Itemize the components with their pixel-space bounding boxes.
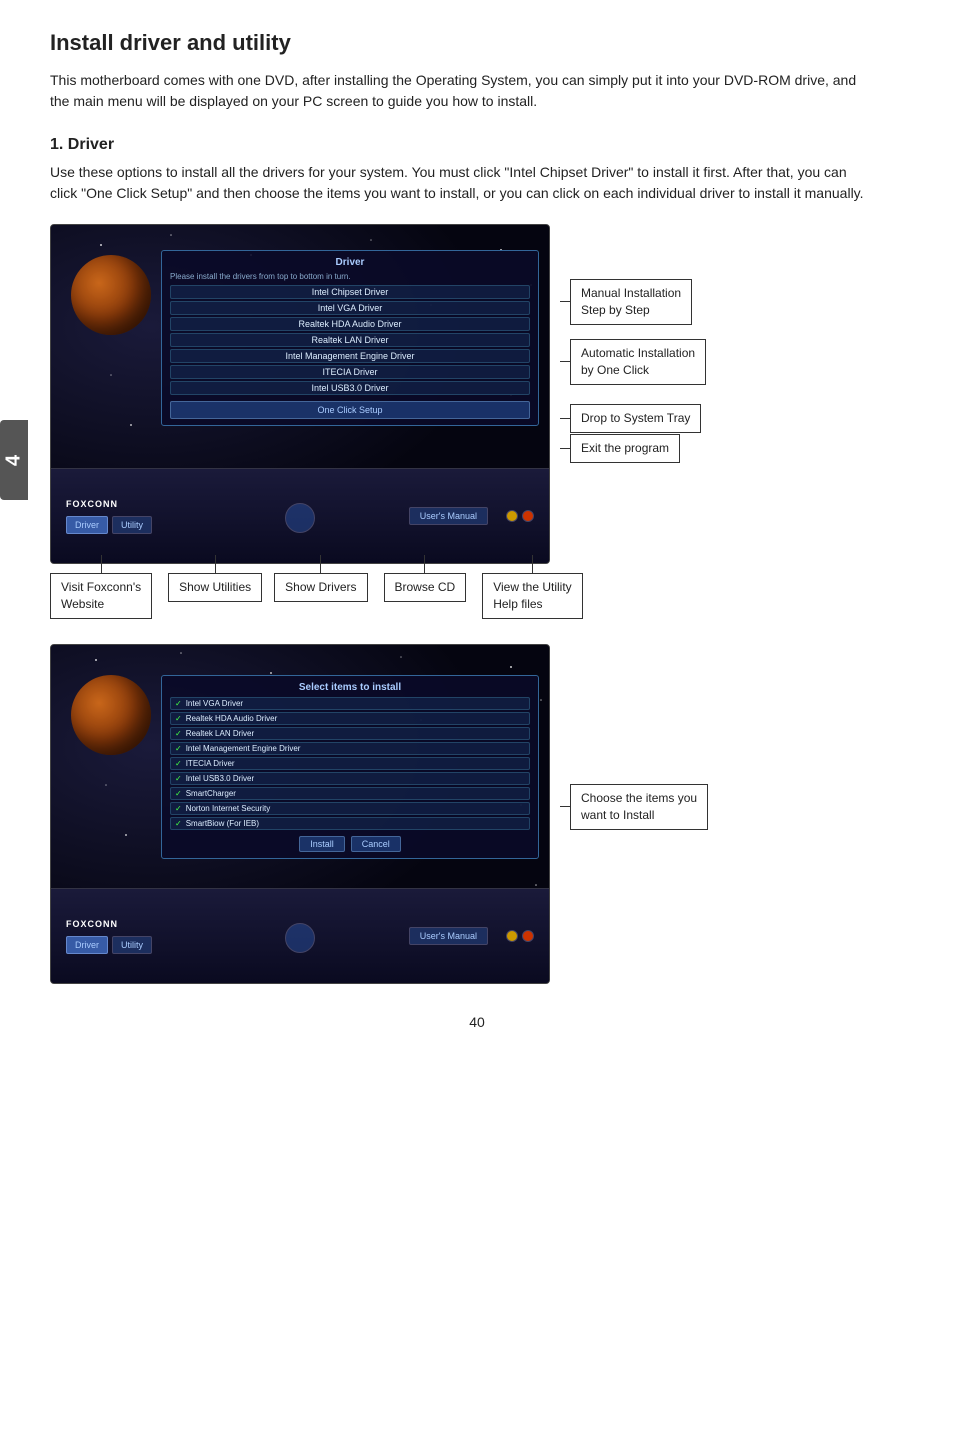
label-browse-cd: Browse CD <box>384 555 467 602</box>
section-heading: 1. Driver <box>50 136 904 154</box>
cancel-button[interactable]: Cancel <box>351 836 401 852</box>
screenshot2-wrapper: Select items to install ✓Intel VGA Drive… <box>50 644 910 984</box>
browse-cd-label: Browse CD <box>384 573 467 602</box>
driver-item-1[interactable]: Intel Chipset Driver <box>170 285 530 299</box>
bottom-nav-bar-2: FOXCONN Driver Utility User's Manual <box>51 888 549 983</box>
driver-instruction: Please install the drivers from top to b… <box>170 272 530 281</box>
space-background: Driver Please install the drivers from t… <box>51 225 549 563</box>
utility-nav-btn[interactable]: Utility <box>112 516 152 534</box>
auto-callout-line <box>560 361 570 362</box>
foxconn-logo-2: FOXCONN <box>66 919 152 929</box>
select-item-1[interactable]: ✓Intel VGA Driver <box>170 697 530 710</box>
show-utilities-label: Show Utilities <box>168 573 262 602</box>
label-view-utility: View the UtilityHelp files <box>482 555 582 619</box>
page-title: Install driver and utility <box>50 30 904 56</box>
select-panel-title: Select items to install <box>170 682 530 693</box>
bottom-labels-container: Visit Foxconn'sWebsite Show Utilities Sh… <box>50 555 583 619</box>
page-number: 40 <box>50 1014 904 1030</box>
tray-callout-container: Drop to System Tray <box>560 404 701 433</box>
chapter-tab: 4 <box>0 420 28 500</box>
select-item-5[interactable]: ✓ITECIA Driver <box>170 757 530 770</box>
driver-item-3[interactable]: Realtek HDA Audio Driver <box>170 317 530 331</box>
planet-decoration-2 <box>71 675 151 755</box>
exit-callout-line <box>560 448 570 449</box>
users-manual-btn-2[interactable]: User's Manual <box>409 927 488 945</box>
driver-nav-btn-2[interactable]: Driver <box>66 936 108 954</box>
screenshot1: Driver Please install the drivers from t… <box>50 224 550 564</box>
intro-text: This motherboard comes with one DVD, aft… <box>50 70 870 112</box>
manual-callout-container: Manual InstallationStep by Step <box>560 279 692 325</box>
screenshot2: Select items to install ✓Intel VGA Drive… <box>50 644 550 984</box>
space-background-2: Select items to install ✓Intel VGA Drive… <box>51 645 549 983</box>
planet-decoration <box>71 255 151 335</box>
choose-items-callout-container: Choose the items youwant to Install <box>560 784 708 830</box>
label-visit-foxconn: Visit Foxconn'sWebsite <box>50 555 152 619</box>
driver-item-4[interactable]: Realtek LAN Driver <box>170 333 530 347</box>
show-drivers-label: Show Drivers <box>274 573 367 602</box>
foxconn-logo-1: FOXCONN <box>66 499 152 509</box>
window-controls-1 <box>506 510 534 522</box>
exit-callout: Exit the program <box>570 434 680 463</box>
select-item-3[interactable]: ✓Realtek LAN Driver <box>170 727 530 740</box>
select-items-panel: Select items to install ✓Intel VGA Drive… <box>161 675 539 859</box>
minimize-btn-1[interactable] <box>506 510 518 522</box>
driver-item-5[interactable]: Intel Management Engine Driver <box>170 349 530 363</box>
exit-callout-container: Exit the program <box>560 434 680 463</box>
install-button[interactable]: Install <box>299 836 345 852</box>
close-btn-1[interactable] <box>522 510 534 522</box>
minimize-btn-2[interactable] <box>506 930 518 942</box>
select-item-8[interactable]: ✓Norton Internet Security <box>170 802 530 815</box>
label-show-drivers: Show Drivers <box>274 555 367 602</box>
select-item-7[interactable]: ✓SmartCharger <box>170 787 530 800</box>
automatic-callout: Automatic Installationby One Click <box>570 339 706 385</box>
install-cancel-buttons: Install Cancel <box>170 836 530 852</box>
driver-item-7[interactable]: Intel USB3.0 Driver <box>170 381 530 395</box>
view-utility-label: View the UtilityHelp files <box>482 573 582 619</box>
visit-foxconn-label: Visit Foxconn'sWebsite <box>50 573 152 619</box>
driver-panel-title: Driver <box>170 257 530 268</box>
one-click-setup-button[interactable]: One Click Setup <box>170 401 530 419</box>
choose-items-callout: Choose the items youwant to Install <box>570 784 708 830</box>
screenshot1-wrapper: Driver Please install the drivers from t… <box>50 224 910 564</box>
select-item-9[interactable]: ✓SmartBiow (For IEB) <box>170 817 530 830</box>
bottom-nav-bar: FOXCONN Driver Utility User's Manual <box>51 468 549 563</box>
driver-item-2[interactable]: Intel VGA Driver <box>170 301 530 315</box>
select-item-4[interactable]: ✓Intel Management Engine Driver <box>170 742 530 755</box>
driver-nav-btn[interactable]: Driver <box>66 516 108 534</box>
manual-callout: Manual InstallationStep by Step <box>570 279 692 325</box>
manual-callout-line <box>560 301 570 302</box>
tray-callout: Drop to System Tray <box>570 404 701 433</box>
driver-item-6[interactable]: ITECIA Driver <box>170 365 530 379</box>
select-item-2[interactable]: ✓Realtek HDA Audio Driver <box>170 712 530 725</box>
section-description: Use these options to install all the dri… <box>50 162 870 204</box>
driver-panel: Driver Please install the drivers from t… <box>161 250 539 426</box>
automatic-callout-container: Automatic Installationby One Click <box>560 339 706 385</box>
label-show-utilities: Show Utilities <box>168 555 262 602</box>
chapter-number: 4 <box>3 454 26 465</box>
close-btn-2[interactable] <box>522 930 534 942</box>
window-controls-2 <box>506 930 534 942</box>
select-item-6[interactable]: ✓Intel USB3.0 Driver <box>170 772 530 785</box>
users-manual-btn-1[interactable]: User's Manual <box>409 507 488 525</box>
utility-nav-btn-2[interactable]: Utility <box>112 936 152 954</box>
choose-items-line <box>560 806 570 807</box>
tray-callout-line <box>560 418 570 419</box>
